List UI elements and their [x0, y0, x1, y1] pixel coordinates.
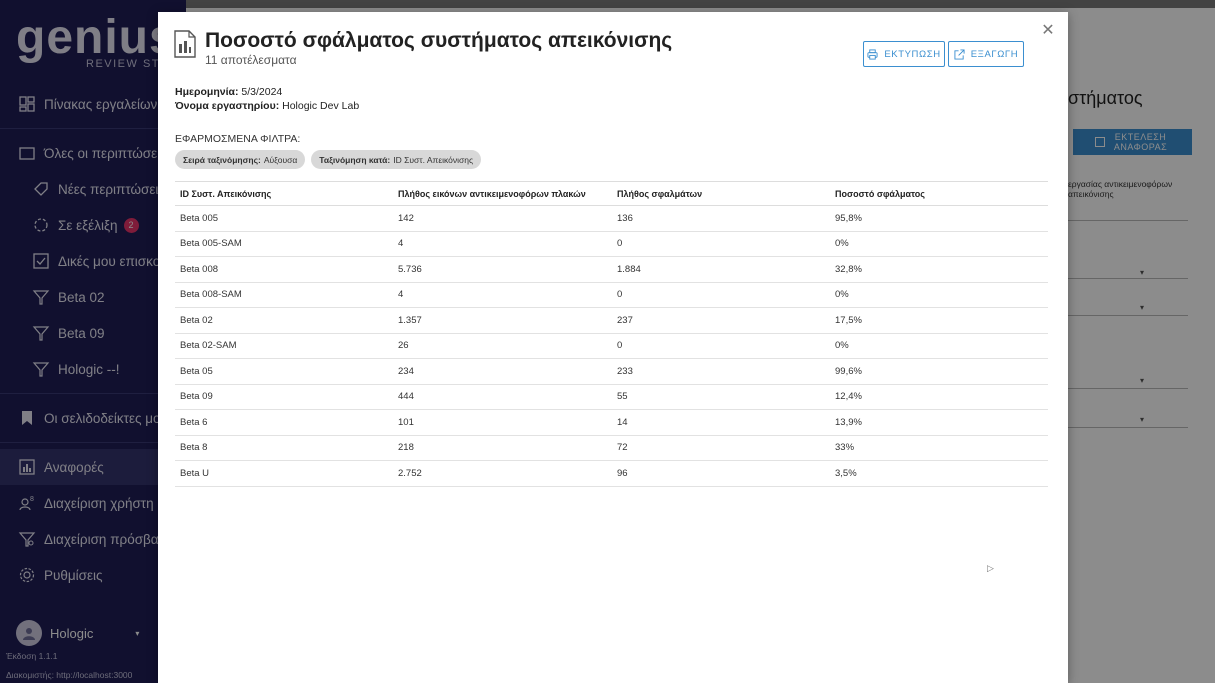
table-cell: 0: [617, 289, 623, 301]
table-row: Beta U 2.752 96 3,5%: [175, 461, 1048, 486]
table-row: Beta 02-SAM 26 0 0%: [175, 333, 1048, 359]
date-value: 5/3/2024: [241, 86, 283, 98]
table-cell: 0%: [835, 289, 849, 301]
applied-filters-title: ΕΦΑΡΜΟΣΜΕΝΑ ΦΙΛΤΡΑ:: [175, 133, 301, 145]
table-row: Beta 05 234 233 99,6%: [175, 359, 1048, 384]
filter-chip-sort-by: Ταξινόμηση κατά: ID Συστ. Απεικόνισης: [311, 150, 482, 169]
table-cell: 14: [617, 416, 628, 428]
table-cell: 33%: [835, 442, 855, 454]
report-modal: ✕ Ποσοστό σφάλματος συστήματος απεικόνισ…: [158, 12, 1068, 683]
table-cell: Beta 008-SAM: [180, 289, 242, 301]
chip-key: Ταξινόμηση κατά:: [319, 154, 391, 165]
table-cell: Beta 6: [180, 416, 208, 428]
table-cell: 5.736: [398, 263, 422, 275]
chip-key: Σειρά ταξινόμησης:: [183, 154, 261, 165]
table-cell: 4: [398, 238, 404, 250]
table-cell: 1.884: [617, 263, 641, 275]
table-row: Beta 09 444 55 12,4%: [175, 384, 1048, 410]
table-cell: Beta 02: [180, 314, 213, 326]
filter-chips: Σειρά ταξινόμησης: Αύξουσα Ταξινόμηση κατ…: [175, 150, 482, 169]
lab-label: Όνομα εργαστηρίου:: [175, 100, 280, 112]
table-cell: 101: [398, 416, 414, 428]
lab-value: Hologic Dev Lab: [282, 100, 360, 112]
table-cell: 1.357: [398, 314, 422, 326]
export-label: ΕΞΑΓΩΓΗ: [970, 48, 1019, 60]
column-header: ID Συστ. Απεικόνισης: [180, 188, 272, 199]
close-icon[interactable]: ✕: [1041, 23, 1055, 39]
table-cell: Beta 09: [180, 391, 213, 403]
table-cell: 2.752: [398, 467, 422, 479]
table-cell: Beta U: [180, 467, 210, 479]
table-header-row: ID Συστ. Απεικόνισης Πλήθος εικόνων αντι…: [175, 181, 1048, 206]
table-cell: 12,4%: [835, 391, 862, 403]
table-cell: 237: [617, 314, 633, 326]
table-cell: Beta 005-SAM: [180, 238, 242, 250]
filter-chip-sort-order: Σειρά ταξινόμησης: Αύξουσα: [175, 150, 306, 169]
chip-value: ID Συστ. Απεικόνισης: [393, 154, 474, 165]
table-row: Beta 8 218 72 33%: [175, 435, 1048, 461]
table-cell: 95,8%: [835, 212, 862, 224]
table-cell: Beta 005: [180, 212, 219, 224]
date-label: Ημερομηνία:: [175, 86, 239, 98]
results-count: 11 αποτέλεσματα: [205, 53, 297, 67]
table-cell: 72: [617, 442, 628, 454]
table-cell: 218: [398, 442, 414, 454]
table-cell: 444: [398, 391, 414, 403]
table-cell: 55: [617, 391, 628, 403]
table-row: Beta 005 142 136 95,8%: [175, 206, 1048, 231]
column-header: Πλήθος σφαλμάτων: [617, 188, 703, 199]
table-row: Beta 008-SAM 4 0 0%: [175, 282, 1048, 308]
table-cell: 17,5%: [835, 314, 862, 326]
table-cell: Beta 008: [180, 263, 219, 275]
external-link-icon: [954, 48, 965, 60]
table-cell: Beta 05: [180, 365, 213, 377]
table-cell: 13,9%: [835, 416, 862, 428]
table-cell: 0%: [835, 340, 849, 352]
table-cell: 99,6%: [835, 365, 862, 377]
table-cell: 3,5%: [835, 467, 857, 479]
column-header: Ποσοστό σφάλματος: [835, 188, 925, 199]
table-row: Beta 6 101 14 13,9%: [175, 410, 1048, 435]
table-cell: 234: [398, 365, 414, 377]
table-cell: 142: [398, 212, 414, 224]
report-meta: Ημερομηνία: 5/3/2024 Όνομα εργαστηρίου: …: [175, 85, 359, 113]
results-table: ID Συστ. Απεικόνισης Πλήθος εικόνων αντι…: [175, 181, 1048, 487]
table-cell: Beta 8: [180, 442, 208, 454]
print-label: ΕΚΤΥΠΩΣΗ: [884, 48, 941, 60]
table-cell: 4: [398, 289, 404, 301]
table-body: Beta 005 142 136 95,8% Beta 005-SAM 4 0 0% Beta …: [175, 206, 1048, 486]
report-lab: Όνομα εργαστηρίου: Hologic Dev Lab: [175, 99, 359, 113]
table-cell: 0: [617, 340, 623, 352]
table-row: Beta 008 5.736 1.884 32,8%: [175, 257, 1048, 282]
report-icon: [174, 30, 196, 58]
table-row: Beta 02 1.357 237 17,5%: [175, 308, 1048, 333]
export-button[interactable]: ΕΞΑΓΩΓΗ: [948, 41, 1024, 67]
table-cell: 136: [617, 212, 633, 224]
table-cell: 26: [398, 340, 409, 352]
mouse-cursor-icon: ▷: [987, 563, 994, 573]
table-cell: Beta 02-SAM: [180, 340, 237, 352]
column-header: Πλήθος εικόνων αντικειμενοφόρων πλακών: [398, 188, 586, 199]
print-button[interactable]: ΕΚΤΥΠΩΣΗ: [863, 41, 945, 67]
modal-title: Ποσοστό σφάλματος συστήματος απεικόνισης: [205, 29, 673, 52]
table-cell: 233: [617, 365, 633, 377]
printer-icon: [867, 48, 878, 60]
table-cell: 0: [617, 238, 623, 250]
table-cell: 0%: [835, 238, 849, 250]
chip-value: Αύξουσα: [263, 154, 298, 165]
table-cell: 96: [617, 467, 628, 479]
table-cell: 32,8%: [835, 263, 862, 275]
report-date: Ημερομηνία: 5/3/2024: [175, 85, 359, 99]
table-row: Beta 005-SAM 4 0 0%: [175, 231, 1048, 257]
